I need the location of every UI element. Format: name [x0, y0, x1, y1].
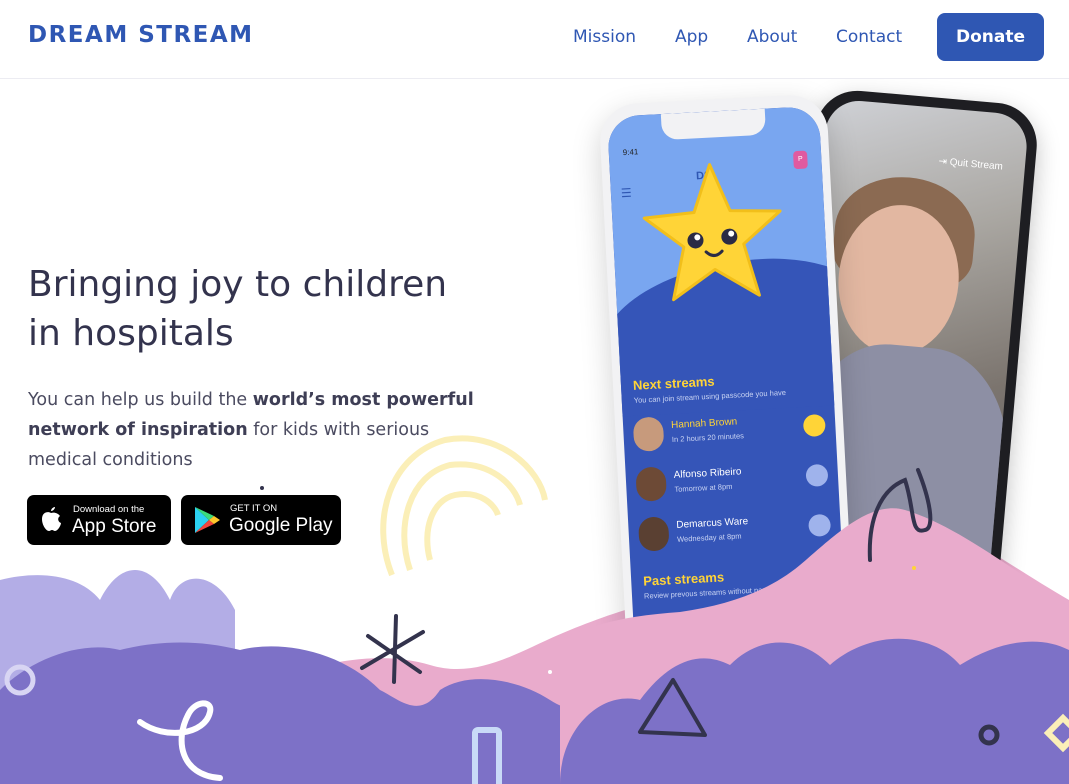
phone-notch	[660, 108, 767, 141]
stream-time: Wednesday at 8pm	[676, 531, 742, 544]
nav-app[interactable]: App	[675, 27, 708, 47]
stream-row[interactable]: Lindsay Arnold January 1	[643, 605, 845, 655]
stream-time: January 1	[682, 632, 716, 644]
hero-title: Bringing joy to children in hospitals	[28, 260, 498, 358]
app-store-small-text: Download on the	[73, 504, 145, 515]
stream-time: Tomorrow at 8pm	[674, 481, 733, 494]
stream-row[interactable]: Demarcus Ware Wednesday at 8pm	[637, 505, 840, 555]
apple-icon	[42, 507, 61, 531]
stream-time: In 2 hours 20 minutes	[671, 431, 745, 444]
avatar	[643, 616, 675, 652]
bell-icon[interactable]	[808, 513, 832, 537]
menu-icon[interactable]: ☰	[621, 186, 632, 201]
avatar	[635, 466, 668, 502]
hero-text-intro: You can help us build the	[28, 390, 253, 410]
google-play-button[interactable]: GET IT ON Google Play	[181, 495, 341, 545]
bell-icon[interactable]	[805, 463, 829, 487]
hero-title-line-1: Bringing joy to children	[28, 264, 448, 305]
status-time: 9:41	[622, 147, 639, 158]
past-streams-title: Past streams	[642, 569, 725, 589]
stream-name: Alfonso Ribeiro	[673, 466, 742, 481]
stream-name: Lindsay Arnold	[681, 616, 748, 631]
google-play-icon	[195, 507, 220, 533]
play-icon[interactable]	[802, 413, 826, 438]
donate-button[interactable]: Donate	[937, 13, 1044, 61]
stream-row[interactable]: Alfonso Ribeiro Tomorrow at 8pm	[635, 455, 837, 505]
site-header: DREAM STREAM Mission App About Contact D…	[0, 0, 1069, 79]
site-logo[interactable]: DREAM STREAM	[28, 22, 254, 48]
stream-name: Demarcus Ware	[676, 516, 749, 531]
quit-stream-label: Quit Stream	[949, 157, 1004, 173]
app-store-big-text: App Store	[72, 516, 157, 537]
profile-badge[interactable]: P	[792, 150, 808, 170]
phone-mockup-app: 9:41 ☰ DS P Next streams You can join st…	[598, 93, 856, 673]
google-play-small-text: GET IT ON	[230, 503, 278, 514]
google-play-big-text: Google Play	[229, 515, 333, 536]
quit-stream-button[interactable]: ⇥ Quit Stream	[938, 156, 1003, 173]
app-screen: 9:41 ☰ DS P Next streams You can join st…	[606, 105, 848, 665]
hero-title-line-2: in hospitals	[28, 313, 234, 354]
stream-name: Hannah Brown	[670, 416, 738, 431]
app-store-button[interactable]: Download on the App Store	[27, 495, 171, 545]
nav-about[interactable]: About	[747, 27, 797, 47]
avatar	[632, 416, 665, 452]
nav-mission[interactable]: Mission	[573, 27, 636, 47]
avatar	[637, 516, 670, 552]
star-mascot-icon	[642, 163, 782, 302]
nav-contact[interactable]: Contact	[836, 27, 902, 47]
hero-description: You can help us build the world’s most p…	[28, 385, 498, 475]
